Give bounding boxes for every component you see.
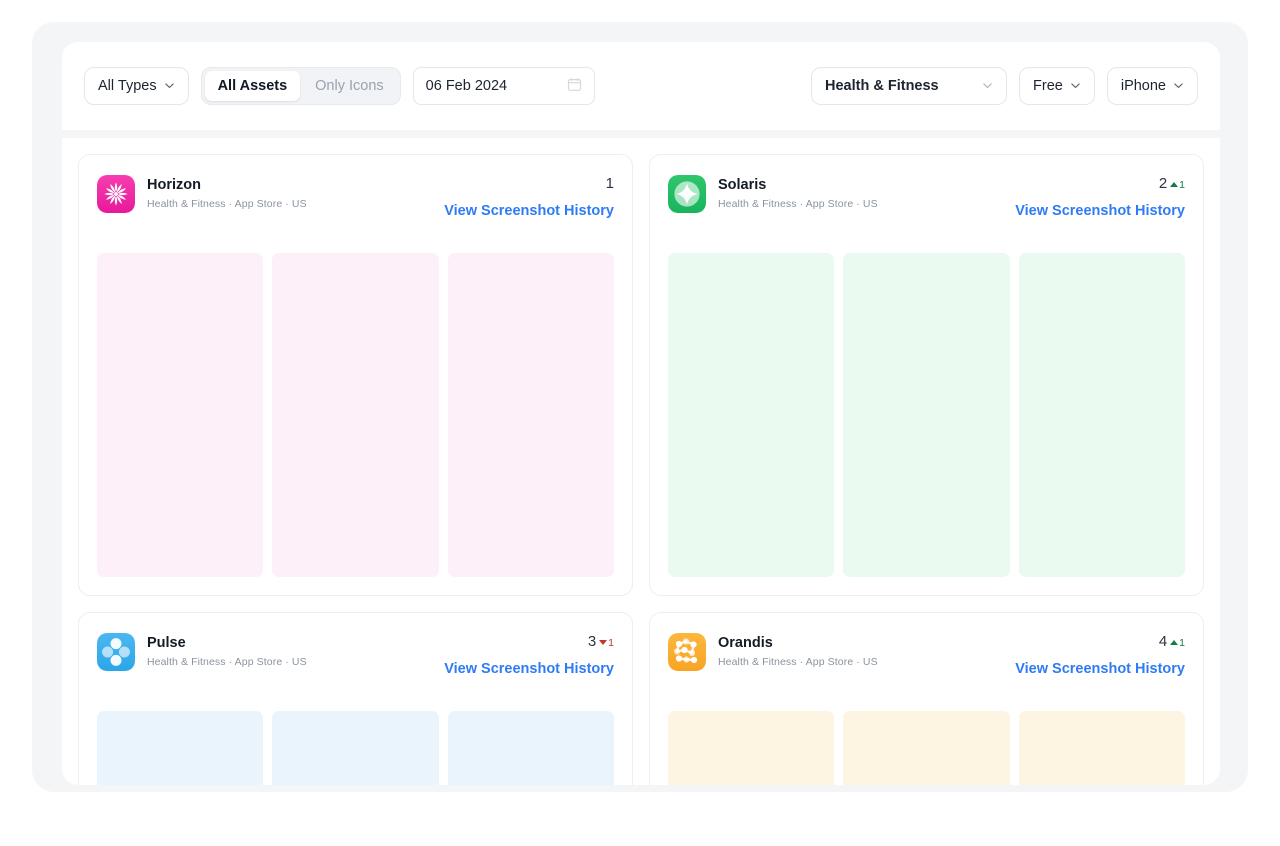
price-filter-label: Free bbox=[1033, 77, 1063, 94]
app-meta: Solaris Health & Fitness · App Store · US bbox=[718, 175, 878, 210]
device-filter-dropdown[interactable]: iPhone bbox=[1106, 67, 1198, 105]
orandis-app-icon bbox=[668, 633, 706, 671]
app-list-scroll-region[interactable]: Horizon Health & Fitness · App Store · US… bbox=[62, 138, 1220, 785]
app-name: Horizon bbox=[147, 177, 201, 193]
app-card-grid: Horizon Health & Fitness · App Store · US… bbox=[62, 138, 1220, 785]
rank-delta-up-indicator: 1 bbox=[1170, 180, 1185, 191]
asset-type-toggle[interactable]: All Assets Only Icons bbox=[200, 67, 401, 105]
pulse-app-icon bbox=[97, 633, 135, 671]
screenshot-thumbnail[interactable] bbox=[1018, 253, 1185, 577]
screenshot-thumbnail[interactable] bbox=[1018, 711, 1185, 785]
app-card-header-right: 4 1 View Screenshot History bbox=[1015, 633, 1185, 677]
app-card-header: Orandis Health & Fitness · App Store · US… bbox=[668, 633, 1185, 695]
category-label: Health & Fitness bbox=[825, 77, 939, 94]
app-meta: Horizon Health & Fitness · App Store · US bbox=[147, 175, 307, 210]
triangle-up-icon bbox=[1170, 640, 1179, 645]
screenshot-thumbnail[interactable] bbox=[97, 711, 264, 785]
rank-delta-value: 1 bbox=[1179, 637, 1185, 650]
screenshot-thumbnail[interactable] bbox=[272, 711, 439, 785]
app-meta: Pulse Health & Fitness · App Store · US bbox=[147, 633, 307, 668]
screenshot-strip bbox=[97, 253, 614, 577]
app-shell: All Types All Assets Only Icons 06 Feb 2… bbox=[32, 22, 1248, 792]
type-filter-dropdown[interactable]: All Types bbox=[84, 67, 189, 105]
app-name: Pulse bbox=[147, 635, 186, 651]
screenshot-thumbnail[interactable] bbox=[843, 711, 1010, 785]
screenshot-thumbnail[interactable] bbox=[668, 253, 835, 577]
screenshot-strip bbox=[97, 711, 614, 785]
chevron-down-icon bbox=[1070, 80, 1081, 91]
toggle-option-all-assets[interactable]: All Assets bbox=[204, 71, 301, 101]
app-subtitle: Health & Fitness · App Store · US bbox=[718, 656, 878, 669]
rank-row: 1 bbox=[444, 176, 614, 191]
screenshot-strip bbox=[668, 253, 1185, 577]
horizon-app-icon bbox=[97, 175, 135, 213]
filter-toolbar: All Types All Assets Only Icons 06 Feb 2… bbox=[62, 42, 1220, 130]
app-card: Orandis Health & Fitness · App Store · US… bbox=[649, 612, 1204, 785]
app-card-header-right: 1 View Screenshot History bbox=[444, 175, 614, 219]
view-screenshot-history-link[interactable]: View Screenshot History bbox=[1015, 661, 1185, 677]
screenshot-strip bbox=[668, 711, 1185, 785]
rank-row: 21 bbox=[1015, 176, 1185, 191]
app-card: Horizon Health & Fitness · App Store · US… bbox=[78, 154, 633, 596]
calendar-icon bbox=[567, 77, 582, 96]
rank-number: 1 bbox=[605, 175, 614, 192]
app-name: Solaris bbox=[718, 177, 767, 193]
rank-delta-value: 1 bbox=[1179, 179, 1185, 192]
triangle-up-icon bbox=[1170, 182, 1179, 187]
type-filter-label: All Types bbox=[98, 77, 157, 94]
rank-delta-down-indicator: 1 bbox=[599, 638, 614, 649]
screenshot-thumbnail[interactable] bbox=[97, 253, 264, 577]
view-screenshot-history-link[interactable]: View Screenshot History bbox=[444, 203, 614, 219]
rank-row: 31 bbox=[444, 634, 614, 649]
app-card-header: Pulse Health & Fitness · App Store · US 3 1… bbox=[97, 633, 614, 695]
rank-number: 4 bbox=[1158, 633, 1168, 650]
app-name: Orandis bbox=[718, 635, 773, 651]
screenshot-thumbnail[interactable] bbox=[447, 711, 614, 785]
price-filter-dropdown[interactable]: Free bbox=[1019, 67, 1095, 105]
triangle-down-icon bbox=[599, 640, 608, 645]
view-screenshot-history-link[interactable]: View Screenshot History bbox=[444, 661, 614, 677]
app-card-header-right: 3 1 View Screenshot History bbox=[444, 633, 614, 677]
rank-number: 2 bbox=[1158, 175, 1168, 192]
device-filter-label: iPhone bbox=[1120, 77, 1166, 94]
screenshot-thumbnail[interactable] bbox=[272, 253, 439, 577]
app-card-header: Horizon Health & Fitness · App Store · US… bbox=[97, 175, 614, 237]
app-subtitle: Health & Fitness · App Store · US bbox=[147, 198, 307, 211]
rank-delta-up-indicator: 1 bbox=[1170, 638, 1185, 649]
rank-number: 3 bbox=[587, 633, 597, 650]
date-value: 06 Feb 2024 bbox=[425, 78, 508, 94]
screenshot-thumbnail[interactable] bbox=[843, 253, 1010, 577]
solaris-app-icon bbox=[668, 175, 706, 213]
chevron-down-icon bbox=[982, 80, 993, 91]
app-subtitle: Health & Fitness · App Store · US bbox=[718, 198, 878, 211]
toolbar-right-group: Health & Fitness Free iPhone bbox=[811, 67, 1198, 105]
app-card: Solaris Health & Fitness · App Store · US… bbox=[649, 154, 1204, 596]
view-screenshot-history-link[interactable]: View Screenshot History bbox=[1015, 203, 1185, 219]
app-card-header: Solaris Health & Fitness · App Store · US… bbox=[668, 175, 1185, 237]
screenshot-thumbnail[interactable] bbox=[447, 253, 614, 577]
category-dropdown[interactable]: Health & Fitness bbox=[811, 67, 1008, 105]
rank-row: 41 bbox=[1015, 634, 1185, 649]
app-subtitle: Health & Fitness · App Store · US bbox=[147, 656, 307, 669]
chevron-down-icon bbox=[164, 80, 175, 91]
screenshot-thumbnail[interactable] bbox=[668, 711, 835, 785]
toolbar-left-group: All Types All Assets Only Icons 06 Feb 2… bbox=[84, 67, 595, 105]
date-picker[interactable]: 06 Feb 2024 bbox=[412, 67, 595, 105]
app-card: Pulse Health & Fitness · App Store · US 3 1… bbox=[78, 612, 633, 785]
app-card-header-right: 2 1 View Screenshot History bbox=[1015, 175, 1185, 219]
toggle-option-only-icons[interactable]: Only Icons bbox=[302, 71, 397, 101]
rank-delta-value: 1 bbox=[608, 637, 614, 650]
app-meta: Orandis Health & Fitness · App Store · US bbox=[718, 633, 878, 668]
chevron-down-icon bbox=[1173, 80, 1184, 91]
